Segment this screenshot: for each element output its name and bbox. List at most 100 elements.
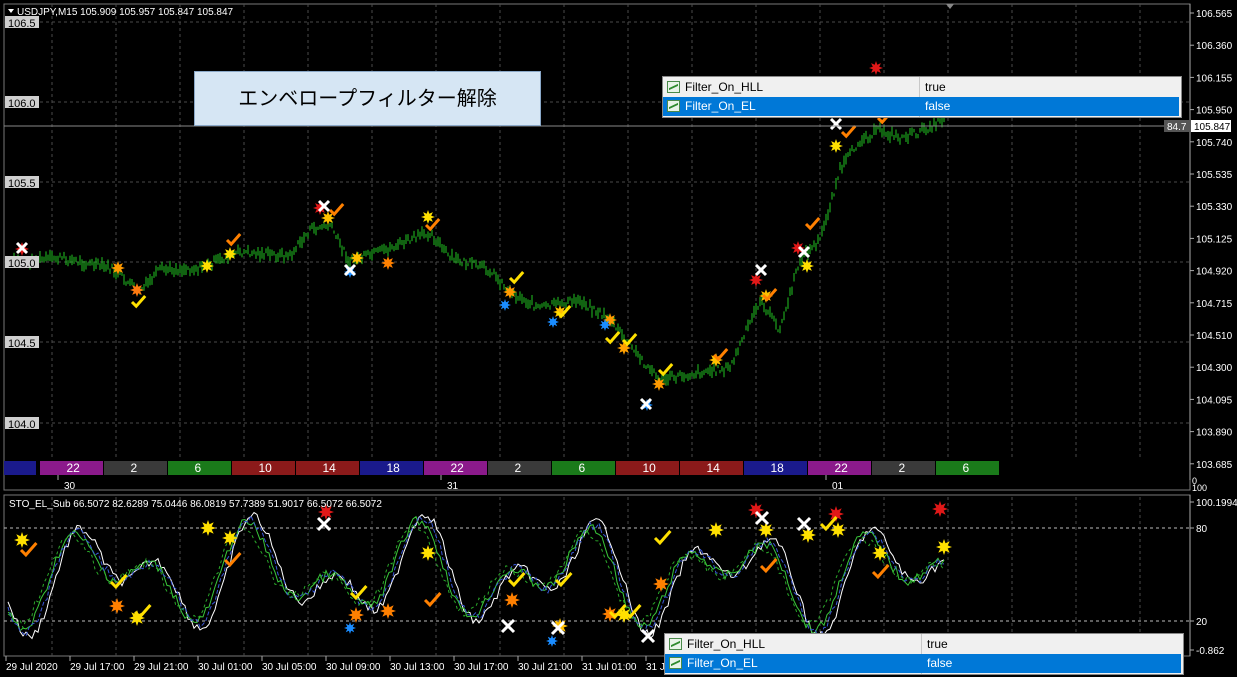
session-hour-label: 22 [451,461,465,475]
star-burst-icon [547,316,559,328]
param-icon [669,657,682,669]
param-name: Filter_On_HLL [687,637,766,651]
check-icon [554,572,573,588]
time-tick-label: 30 Jul 09:00 [326,662,381,673]
param-value[interactable]: true [927,635,948,654]
separator-label-2: 0 [1192,476,1197,486]
cross-icon [640,628,656,644]
star-burst-icon [552,618,568,634]
time-tick-label: 30 Jul 13:00 [390,662,445,673]
price-tick-label: 105.330 [1196,202,1233,213]
param-row-filter-on-hll[interactable]: Filter_On_HLL true [663,78,1181,97]
star-burst-icon [800,259,814,273]
session-bar: 22 2 6 10 14 18 22 2 6 10 14 18 22 2 6 [4,461,999,475]
day-label: 01 [832,481,844,492]
param-value[interactable]: false [927,654,952,673]
session-hour-label: 6 [579,461,586,475]
price-tick-label: 103.890 [1196,428,1233,439]
sub-axis-label: 100.1994 [1196,498,1237,509]
left-level-label: 105.0 [8,258,36,270]
left-level-label: 104.0 [8,419,36,431]
sub-axis: 100.1994 80 20 -0.862 [1190,498,1237,657]
time-tick-label: 29 Jul 17:00 [70,662,125,673]
left-level-label: 104.5 [8,338,36,350]
star-burst-icon [348,607,364,623]
time-axis: 29 Jul 2020 29 Jul 17:00 29 Jul 21:00 30 Ju… [5,656,737,673]
session-hour-label: 2 [131,461,138,475]
session-hour-label: 2 [515,461,522,475]
cross-icon [796,516,812,532]
price-tick-label: 104.510 [1196,331,1233,342]
check-icon [623,604,642,620]
star-burst-icon [130,283,144,297]
left-level-label: 106.5 [8,18,36,30]
star-burst-icon [200,259,214,273]
chart-header: USDJPY,M15 105.909 105.957 105.847 105.8… [17,7,234,18]
check-icon [349,585,368,601]
left-level-label: 106.0 [8,98,36,110]
check-icon [109,574,128,590]
star-burst-icon [932,501,948,517]
price-tick-label: 105.125 [1196,234,1233,245]
price-tick-label: 104.715 [1196,299,1233,310]
price-tick-label: 106.360 [1196,41,1233,52]
star-burst-icon [748,502,764,518]
param-value[interactable]: false [925,97,950,116]
star-burst-icon [499,299,511,311]
param-row-filter-on-el[interactable]: Filter_On_EL false [665,654,1181,673]
session-hour-label: 6 [195,461,202,475]
left-price-tag: 84.7 [1167,122,1187,133]
session-hour-label: 14 [323,461,337,475]
session-hour-label: 10 [643,461,657,475]
envelope-filter-note: エンベロープフィルター解除 [194,71,541,126]
left-level-label: 105.5 [8,178,36,190]
star-burst-icon [200,520,216,536]
star-burst-icon [344,622,356,634]
check-icon [133,604,152,620]
param-row-filter-on-el[interactable]: Filter_On_EL false [663,97,1179,116]
star-burst-icon [828,506,844,522]
star-burst-icon [111,261,125,275]
price-tick-label: 105.740 [1196,138,1233,149]
star-burst-icon [421,210,435,224]
star-burst-icon [749,273,763,287]
time-tick-label: 30 Jul 17:00 [454,662,509,673]
star-burst-icon [936,539,952,555]
star-burst-icon [829,139,843,153]
star-burst-icon [830,522,846,538]
price-tick-label: 104.095 [1196,395,1233,406]
time-tick-label: 29 Jul 2020 [6,662,58,673]
sub-header: STO_EL_Sub 66.5072 82.6289 75.0446 86.08… [9,499,382,510]
star-burst-icon [599,319,611,331]
star-burst-icon [800,527,816,543]
time-tick-label: 30 Jul 21:00 [518,662,573,673]
check-icon [759,558,778,574]
session-hour-label: 22 [67,461,81,475]
check-icon [653,530,672,546]
star-burst-icon [318,504,334,520]
price-tick-label: 104.920 [1196,267,1233,278]
sub-axis-label: -0.862 [1196,646,1225,657]
cross-icon [550,620,566,636]
main-chart[interactable]: 22 2 6 10 14 18 22 2 6 10 14 18 22 2 6 106.565106.3601… [0,0,1237,492]
param-row-filter-on-hll[interactable]: Filter_On_HLL true [665,635,1183,654]
star-burst-icon [14,532,30,548]
star-burst-icon [602,606,618,622]
params-panel-bottom[interactable]: Filter_On_HLL true Filter_On_EL false [664,633,1184,675]
check-icon [19,542,38,558]
params-panel-top[interactable]: Filter_On_HLL true Filter_On_EL false [662,76,1182,118]
param-value[interactable]: true [925,78,946,97]
current-price-tag: 105.847 [1194,122,1231,133]
check-icon [608,604,627,620]
star-burst-icon [546,635,558,647]
price-tick-label: 105.950 [1196,106,1233,117]
session-hour-label: 2 [899,461,906,475]
cross-icon [500,618,516,634]
star-burst-icon [420,545,436,561]
session-hour-label: 6 [963,461,970,475]
time-tick-label: 30 Jul 05:00 [262,662,317,673]
session-hour-label: 18 [387,461,401,475]
star-burst-icon [129,610,145,626]
price-tick-label: 104.300 [1196,363,1233,374]
price-axis: 106.565 106.360 106.155 105.950 105.740 105.5… [1190,9,1233,471]
